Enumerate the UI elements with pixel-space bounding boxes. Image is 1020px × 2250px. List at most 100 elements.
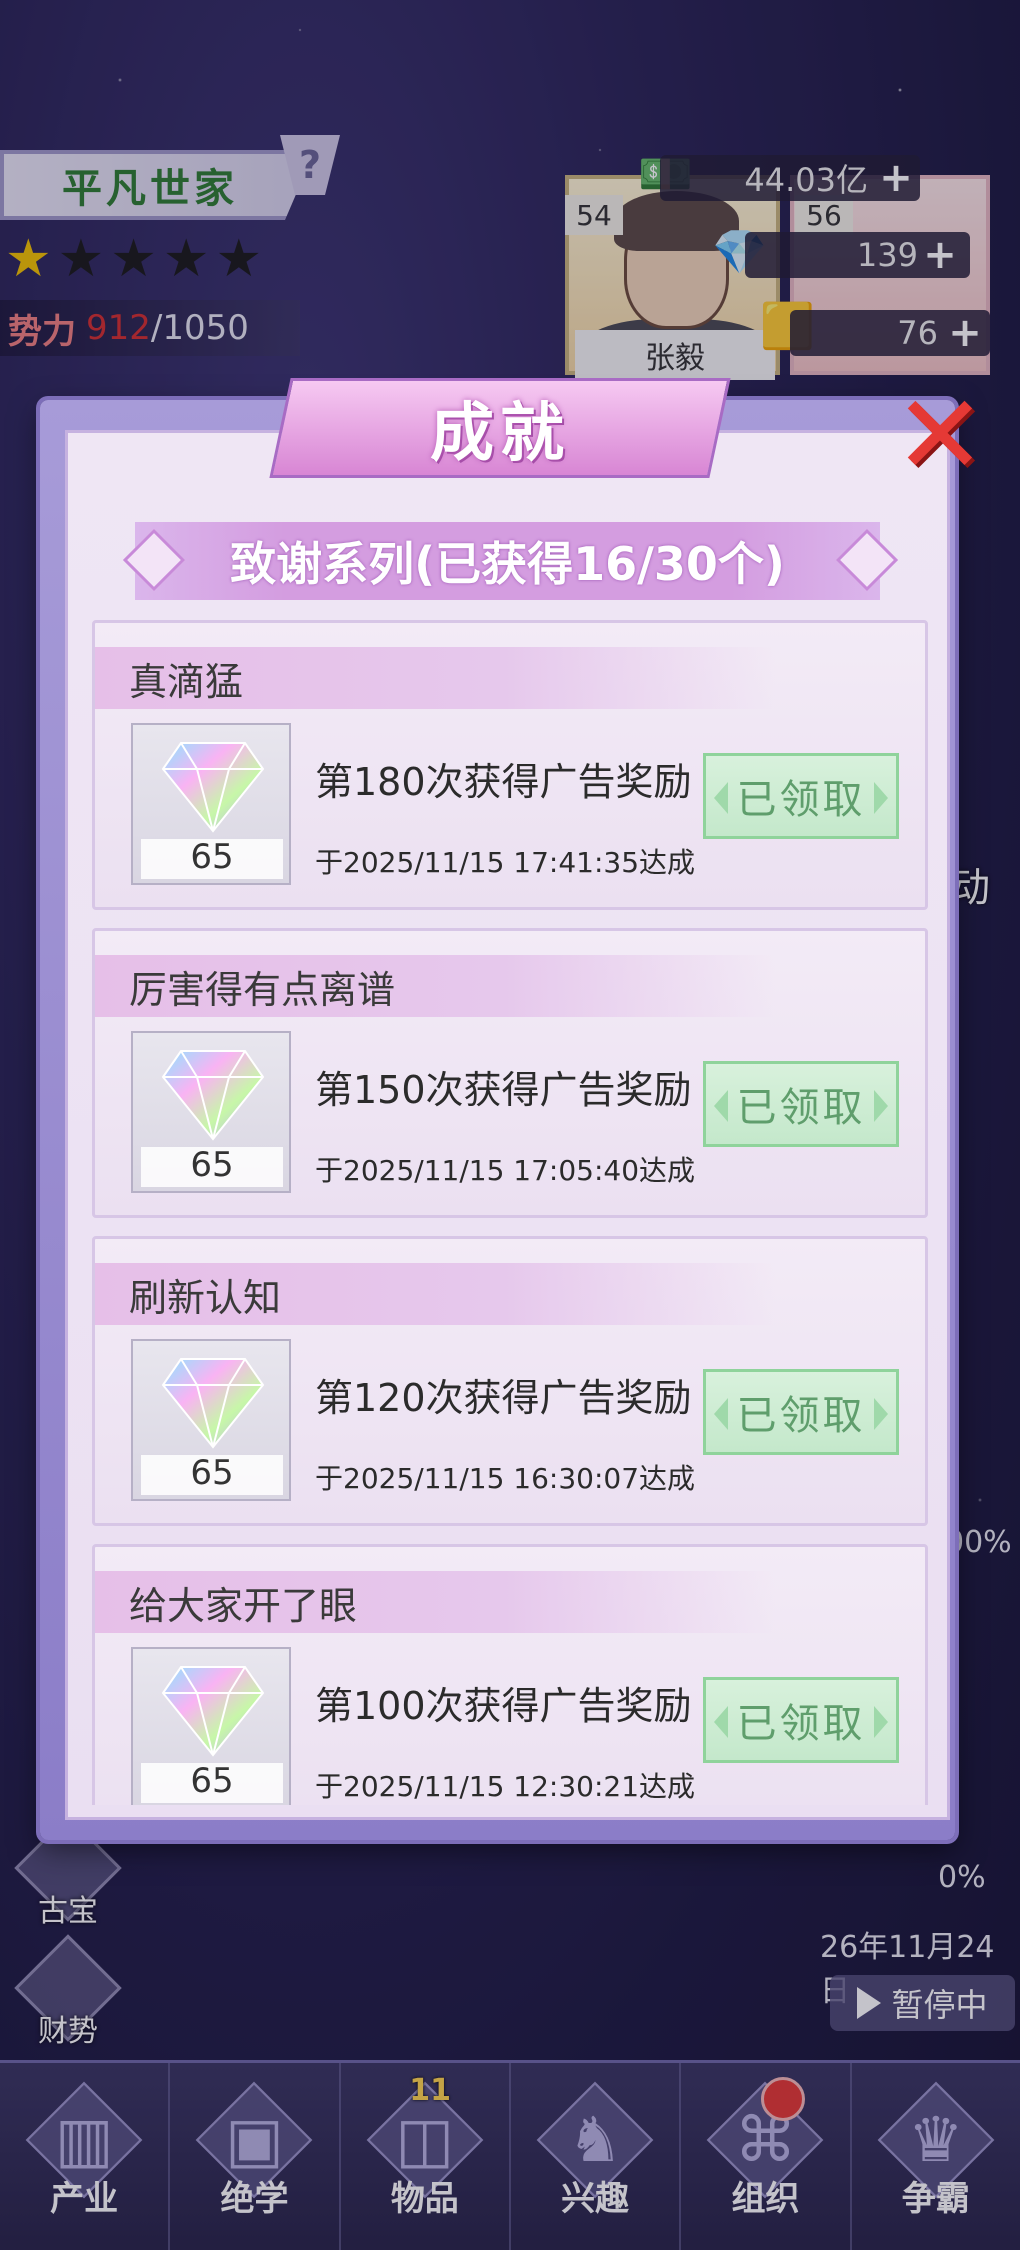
side-button-label: 财势 — [38, 2014, 98, 2049]
claimed-button[interactable]: 已领取 — [703, 1369, 899, 1455]
nav-item-organization[interactable]: ⌘ 组织 — [681, 2063, 852, 2250]
portrait-second-level: 56 — [795, 195, 853, 235]
modal-title-plate: 成就 — [269, 378, 731, 488]
nav-item-skills[interactable]: ▣ 绝学 — [170, 2063, 341, 2250]
side-button-wealth[interactable]: 财势 — [14, 1934, 122, 2050]
family-name-banner[interactable]: 平凡世家 — [0, 150, 300, 220]
claimed-button-label: 已领取 — [736, 1085, 866, 1131]
nav-item-items[interactable]: ◫ 11 物品 — [341, 2063, 511, 2250]
briefcase-icon: ◫ — [395, 2103, 455, 2176]
trophy-icon: ♛ — [908, 2103, 964, 2176]
book-icon: ▣ — [225, 2103, 284, 2176]
claimed-button[interactable]: 已领取 — [703, 753, 899, 839]
items-count-badge: 11 — [409, 2073, 451, 2108]
industry-icon: ▥ — [54, 2103, 114, 2176]
nav-item-hobbies[interactable]: ♞ 兴趣 — [511, 2063, 682, 2250]
diamond-value: 139 — [856, 236, 918, 274]
star-icon-empty: ★ — [57, 229, 105, 289]
series-header-text: 致谢系列(已获得16/30个) — [230, 537, 785, 591]
arrow-left-icon — [714, 1706, 728, 1738]
reward-slot[interactable]: 65 — [131, 1031, 291, 1193]
family-star-rating: ★ ★ ★ ★ ★ — [5, 230, 262, 288]
reward-slot[interactable]: 65 — [131, 1647, 291, 1805]
pause-button[interactable]: 暂停中 — [830, 1975, 1015, 2031]
money-add-button[interactable]: + — [876, 155, 916, 201]
nav-label: 争霸 — [901, 2179, 970, 2219]
reward-slot[interactable]: 65 — [131, 1339, 291, 1501]
nav-label: 产业 — [50, 2179, 119, 2219]
diamond-icon — [161, 1358, 265, 1449]
achievement-time: 于2025/11/15 16:30:07达成 — [315, 1462, 696, 1495]
card-title-bar: 刷新认知 — [95, 1263, 775, 1325]
nav-item-industry[interactable]: ▥ 产业 — [0, 2063, 171, 2250]
achievement-description: 第100次获得广告奖励 — [315, 1684, 692, 1728]
claimed-button[interactable]: 已领取 — [703, 1677, 899, 1763]
power-separator: / — [150, 308, 163, 348]
arrow-right-icon — [874, 782, 888, 814]
reward-slot[interactable]: 65 — [131, 723, 291, 885]
portrait-main-level: 54 — [565, 195, 623, 235]
achievement-description: 第120次获得广告奖励 — [315, 1376, 692, 1420]
nav-item-contest[interactable]: ♛ 争霸 — [852, 2063, 1020, 2250]
side-button-label: 古宝 — [38, 1894, 98, 1929]
achievement-list[interactable]: 真滴猛 65 第180次获得广告奖励 于2025/11/15 17:41:35达… — [92, 620, 928, 1805]
diamond-icon — [161, 742, 265, 833]
right-edge-label: 动 — [950, 865, 990, 911]
claimed-button-label: 已领取 — [736, 1701, 866, 1747]
power-current: 912 — [86, 308, 151, 348]
pause-label: 暂停中 — [891, 1986, 988, 2024]
progress-percent-bottom: 0% — [938, 1860, 986, 1895]
power-max: 1050 — [162, 308, 249, 348]
family-name: 平凡世家 — [62, 166, 238, 212]
achievement-title: 厉害得有点离谱 — [129, 967, 396, 1012]
card-title-bar: 给大家开了眼 — [95, 1571, 775, 1633]
star-icon-empty: ★ — [110, 229, 157, 289]
arrow-right-icon — [874, 1398, 888, 1430]
nav-label: 绝学 — [220, 2179, 289, 2219]
bottom-navigation: ▥ 产业 ▣ 绝学 ◫ 11 物品 ♞ 兴趣 ⌘ 组织 ♛ 争霸 — [0, 2060, 1020, 2250]
nav-label: 兴趣 — [561, 2179, 630, 2219]
achievement-time: 于2025/11/15 12:30:21达成 — [315, 1770, 696, 1803]
achievement-description: 第150次获得广告奖励 — [315, 1068, 692, 1112]
card-title-bar: 厉害得有点离谱 — [95, 955, 775, 1017]
side-button-treasure[interactable]: 古宝 — [14, 1814, 122, 1930]
achievement-card: 刷新认知 65 第120次获得广告奖励 于2025/11/15 16:30:07… — [92, 1236, 928, 1526]
star-icon-empty: ★ — [162, 229, 210, 289]
money-value: 44.03亿 — [744, 161, 868, 199]
progress-percent-top: 00% — [945, 1525, 1012, 1560]
claimed-button[interactable]: 已领取 — [703, 1061, 899, 1147]
reward-count: 65 — [190, 1145, 234, 1185]
diamond-add-button[interactable]: + — [920, 232, 960, 278]
achievement-title: 给大家开了眼 — [129, 1583, 358, 1628]
power-indicator: 势力 912 / 1050 — [0, 300, 300, 356]
gold-add-button[interactable]: + — [945, 310, 985, 356]
nav-label: 物品 — [390, 2179, 459, 2219]
arrow-left-icon — [714, 782, 728, 814]
arrow-right-icon — [874, 1090, 888, 1122]
achievement-title: 真滴猛 — [129, 659, 244, 704]
achievement-card: 给大家开了眼 65 第100次获得广告奖励 于2025/11/15 12:30:… — [92, 1544, 928, 1805]
arrow-left-icon — [714, 1398, 728, 1430]
achievement-title: 刷新认知 — [129, 1275, 282, 1320]
series-header: 致谢系列(已获得16/30个) — [135, 522, 880, 600]
chess-knight-icon: ♞ — [567, 2103, 623, 2176]
power-label: 势力 — [8, 311, 76, 352]
gold-value: 76 — [897, 314, 938, 352]
diamond-icon — [161, 1666, 265, 1757]
diamond-icon — [161, 1050, 265, 1141]
achievement-card: 厉害得有点离谱 65 第150次获得广告奖励 于2025/11/15 17:05… — [92, 928, 928, 1218]
arrow-left-icon — [714, 1090, 728, 1122]
nav-label: 组织 — [731, 2179, 800, 2219]
arrow-right-icon — [874, 1706, 888, 1738]
claimed-button-label: 已领取 — [736, 777, 866, 823]
star-icon-empty: ★ — [215, 229, 263, 289]
reward-count: 65 — [190, 1453, 234, 1493]
modal-title: 成就 — [430, 397, 570, 471]
achievement-description: 第180次获得广告奖励 — [315, 760, 692, 804]
achievement-time: 于2025/11/15 17:05:40达成 — [315, 1154, 696, 1187]
play-icon — [857, 1987, 882, 2019]
notification-dot — [760, 2077, 805, 2121]
achievement-card: 真滴猛 65 第180次获得广告奖励 于2025/11/15 17:41:35达… — [92, 620, 928, 910]
close-icon[interactable]: ✕ — [885, 380, 995, 490]
reward-count: 65 — [190, 837, 234, 877]
